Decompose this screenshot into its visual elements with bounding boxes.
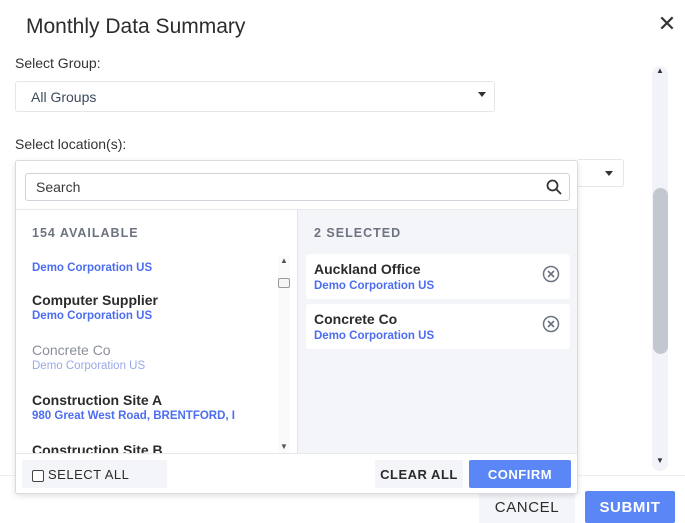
caret-down-icon (478, 92, 486, 97)
location-picker-panel: 154 AVAILABLE Demo Corporation US Comput… (15, 160, 578, 494)
cancel-button[interactable]: CANCEL (479, 491, 575, 523)
dialog-title: Monthly Data Summary (26, 15, 246, 38)
content-scrollbar-thumb[interactable] (653, 188, 668, 354)
select-location-dropdown[interactable] (578, 159, 624, 187)
scroll-up-icon[interactable]: ▲ (656, 66, 664, 75)
remove-icon[interactable] (542, 315, 560, 333)
selected-list: 2 SELECTED Auckland Office Demo Corporat… (297, 210, 577, 453)
remove-icon[interactable] (542, 265, 560, 283)
selected-item-name: Concrete Co (314, 311, 398, 327)
select-all-toggle[interactable]: SELECT ALL (22, 460, 167, 488)
select-group-dropdown[interactable]: All Groups (15, 81, 495, 112)
list-item-name: Computer Supplier (32, 292, 159, 308)
list-item-name: Construction Site B (32, 442, 163, 453)
dialog-header: Monthly Data Summary ✕ (0, 0, 685, 58)
list-item[interactable]: Computer Supplier Demo Corporation US (32, 292, 282, 322)
available-header: 154 AVAILABLE (32, 226, 139, 240)
confirm-button[interactable]: CONFIRM (469, 460, 571, 488)
select-all-label: SELECT ALL (48, 467, 130, 482)
selected-item-sub: Demo Corporation US (314, 330, 435, 342)
select-all-checkbox[interactable] (32, 470, 44, 482)
select-group-value: All Groups (31, 89, 97, 105)
search-box (25, 173, 570, 201)
list-item[interactable]: Construction Site A 980 Great West Road,… (32, 392, 260, 422)
search-input[interactable] (26, 174, 541, 200)
available-scrollbar[interactable]: ▲ ▼ (278, 256, 290, 453)
clear-all-button[interactable]: CLEAR ALL (375, 460, 463, 488)
caret-down-icon (605, 171, 613, 176)
select-location-label: Select location(s): (15, 136, 127, 152)
list-item-sub: Demo Corporation US (32, 310, 153, 322)
selected-item-name: Auckland Office (314, 261, 421, 277)
selected-header: 2 SELECTED (314, 226, 402, 240)
list-item-sub: Demo Corporation US (32, 360, 146, 372)
available-list: 154 AVAILABLE Demo Corporation US Comput… (16, 210, 297, 453)
selected-item: Auckland Office Demo Corporation US (306, 254, 570, 299)
list-item-name: Concrete Co (32, 342, 111, 358)
picker-footer: SELECT ALL CLEAR ALL CONFIRM (16, 453, 577, 493)
selected-item: Concrete Co Demo Corporation US (306, 304, 570, 349)
list-item-sub: 980 Great West Road, BRENTFORD, I (32, 410, 235, 422)
available-scrollbar-thumb[interactable] (278, 278, 290, 288)
scroll-down-icon[interactable]: ▼ (280, 442, 288, 451)
search-icon[interactable] (546, 179, 562, 195)
selected-item-sub: Demo Corporation US (314, 280, 435, 292)
scroll-up-icon[interactable]: ▲ (280, 256, 288, 265)
list-item[interactable]: Demo Corporation US (32, 260, 282, 274)
list-item-name: Construction Site A (32, 392, 163, 408)
submit-button[interactable]: SUBMIT (585, 491, 675, 523)
list-item: Concrete Co Demo Corporation US (32, 342, 282, 372)
list-item[interactable]: Construction Site B (32, 442, 282, 453)
scroll-down-icon[interactable]: ▼ (656, 456, 664, 465)
list-item-sub: Demo Corporation US (32, 262, 153, 274)
close-icon[interactable]: ✕ (657, 13, 677, 35)
select-group-label: Select Group: (15, 58, 101, 71)
